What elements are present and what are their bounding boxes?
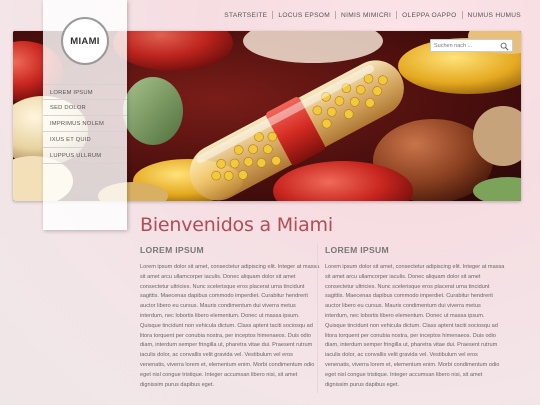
content-column-left: LOREM IPSUM Lorem ipsum dolor sit amet, … — [140, 245, 320, 390]
top-navigation: STARTSEITE LOCUS EPSOM NIMIS MIMICRI OLE… — [219, 11, 526, 19]
nav-link-numus-humus[interactable]: NUMUS HUMUS — [463, 12, 526, 19]
nav-link-locus-epsom[interactable]: LOCUS EPSOM — [273, 12, 335, 19]
column-divider — [317, 243, 318, 393]
nav-link-startseite[interactable]: STARTSEITE — [219, 12, 272, 19]
sidebar: MIAMI LOREM IPSUM SED DOLOR IMPRIMUS NOL… — [43, 0, 127, 230]
column-heading: LOREM IPSUM — [140, 245, 204, 255]
search-box[interactable] — [430, 39, 513, 52]
nav-link-nimis-mimicri[interactable]: NIMIS MIMICRI — [336, 12, 396, 19]
magnifier-icon[interactable] — [500, 42, 509, 51]
sidebar-item-luppus-ullrum[interactable]: LUPPUS ULLRUM — [43, 148, 127, 164]
column-text: Lorem ipsum dolor sit amet, consectetur … — [325, 264, 505, 388]
logo[interactable]: MIAMI — [61, 17, 109, 65]
sidebar-item-imprimus-nolem[interactable]: IMPRIMUS NOLEM — [43, 116, 127, 132]
nav-link-oleppa-oappo[interactable]: OLEPPA OAPPO — [397, 12, 461, 19]
sidebar-item-sed-dolor[interactable]: SED DOLOR — [43, 100, 127, 116]
search-input[interactable] — [434, 42, 500, 49]
page-title: Bienvenidos a Miami — [140, 214, 333, 236]
column-text: Lorem ipsum dolor sit amet, consectetur … — [140, 264, 320, 388]
sidebar-item-lorem-ipsum[interactable]: LOREM IPSUM — [43, 84, 127, 100]
column-heading: LOREM IPSUM — [325, 245, 389, 255]
content-column-right: LOREM IPSUM Lorem ipsum dolor sit amet, … — [325, 245, 505, 390]
sidebar-item-ixus-et-quid[interactable]: IXUS ET QUID — [43, 132, 127, 148]
sidebar-menu: LOREM IPSUM SED DOLOR IMPRIMUS NOLEM IXU… — [43, 84, 127, 164]
